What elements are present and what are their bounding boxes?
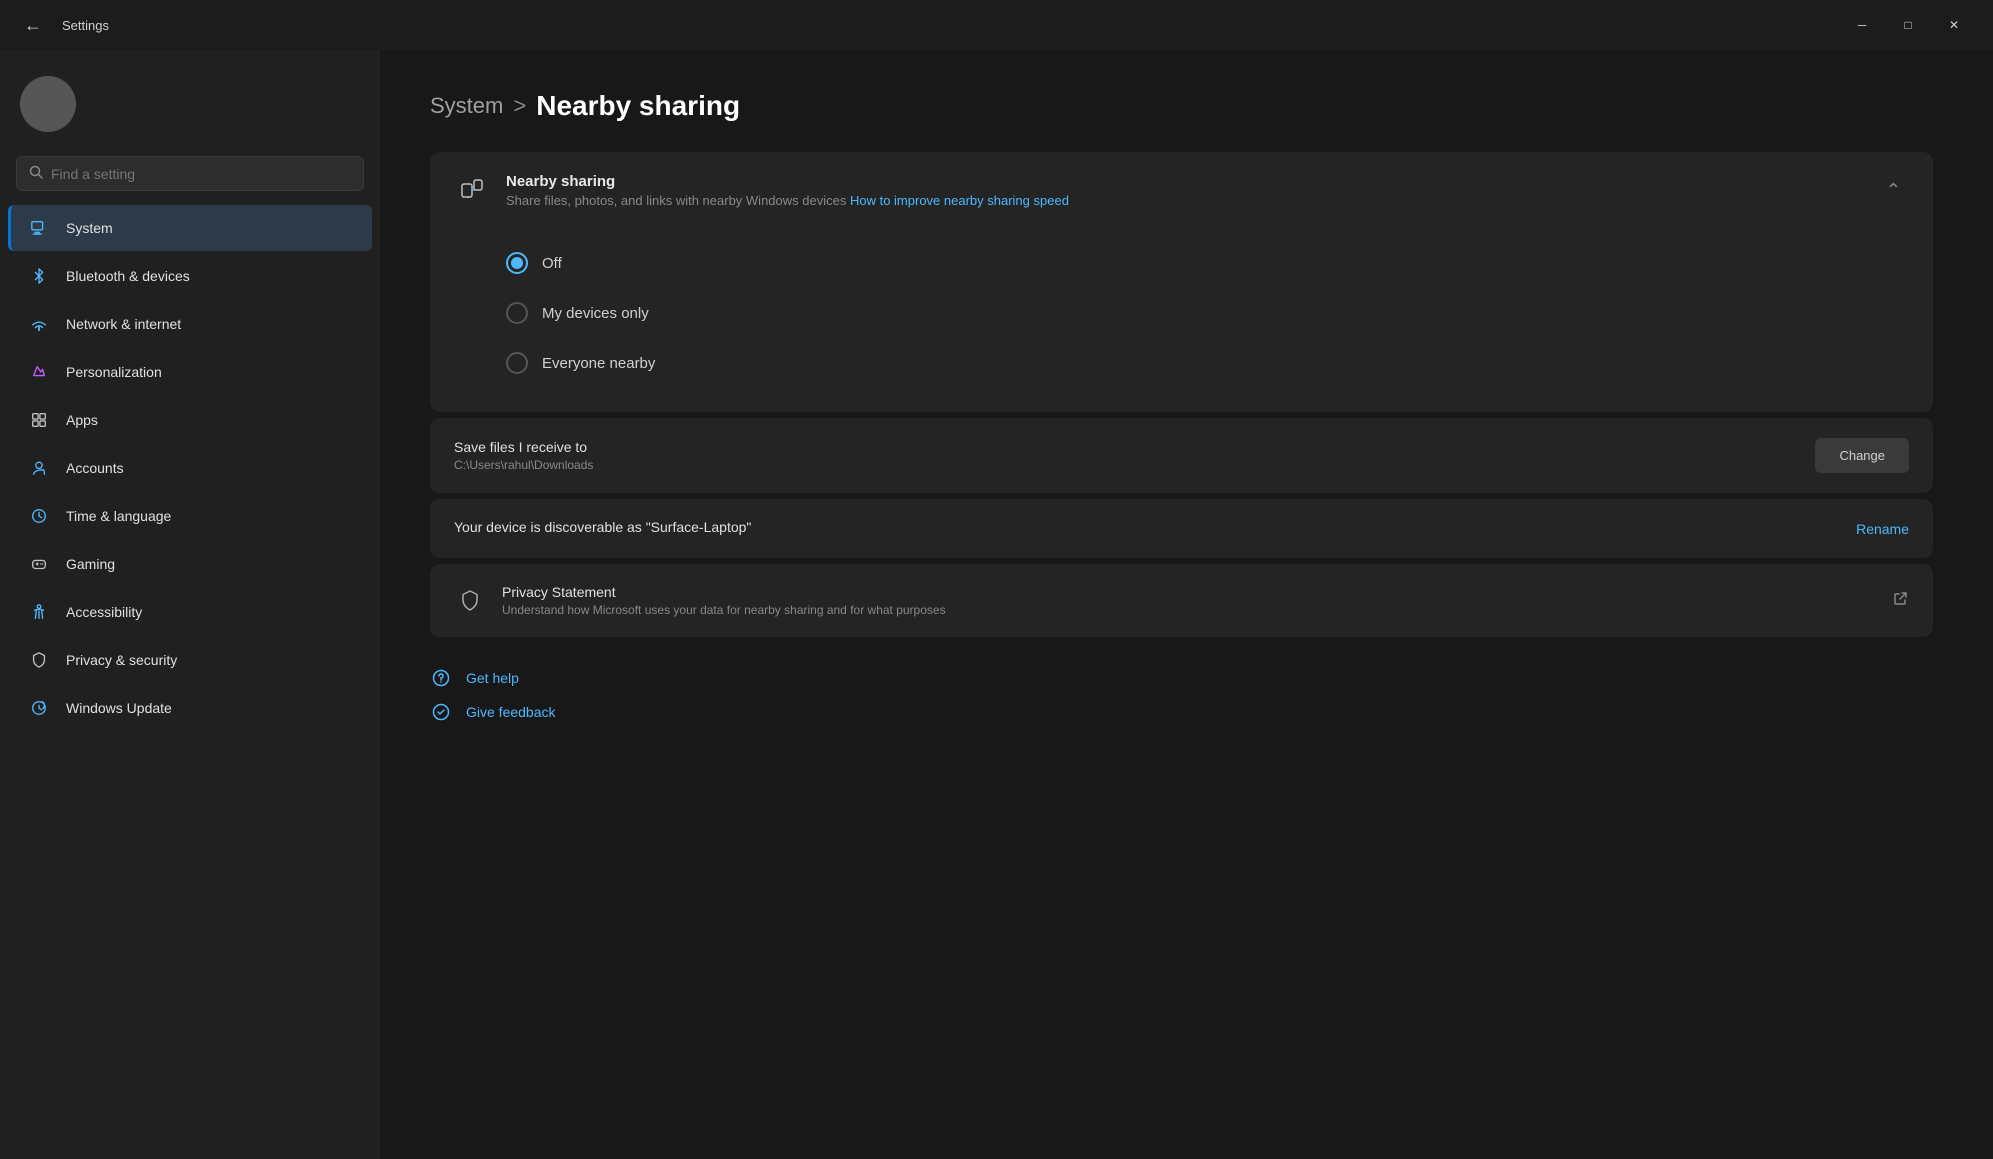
sidebar-item-system[interactable]: System <box>8 205 372 251</box>
discoverable-text: Your device is discoverable as "Surface-… <box>454 519 751 535</box>
get-help-link[interactable]: Get help <box>430 667 1933 689</box>
close-button[interactable]: ✕ <box>1931 9 1977 41</box>
apps-icon <box>28 409 50 431</box>
sidebar-item-label-bluetooth: Bluetooth & devices <box>66 268 190 284</box>
back-button[interactable]: ← <box>16 11 50 40</box>
radio-my-devices-label: My devices only <box>542 305 649 322</box>
save-files-left: Save files I receive to C:\Users\rahul\D… <box>454 439 593 472</box>
external-link-icon <box>1893 590 1909 611</box>
sidebar-item-label-accounts: Accounts <box>66 460 124 476</box>
gaming-icon <box>28 553 50 575</box>
sidebar-item-windows-update[interactable]: Windows Update <box>8 685 372 731</box>
accessibility-icon <box>28 601 50 623</box>
breadcrumb: System > Nearby sharing <box>430 90 1933 122</box>
radio-off[interactable] <box>506 252 528 274</box>
sidebar-item-accounts[interactable]: Accounts <box>8 445 372 491</box>
breadcrumb-current: Nearby sharing <box>536 90 740 122</box>
footer-links: Get help Give feedback <box>430 667 1933 723</box>
radio-everyone[interactable] <box>506 352 528 374</box>
sidebar-item-label-personalization: Personalization <box>66 364 162 380</box>
time-icon <box>28 505 50 527</box>
give-feedback-icon <box>430 701 452 723</box>
search-input[interactable] <box>51 166 351 182</box>
sidebar-item-label-privacy: Privacy & security <box>66 652 177 668</box>
system-icon <box>28 217 50 239</box>
minimize-button[interactable]: ─ <box>1839 9 1885 41</box>
sidebar-item-apps[interactable]: Apps <box>8 397 372 443</box>
nav-list: System Bluetooth & devices <box>0 203 380 733</box>
breadcrumb-parent[interactable]: System <box>430 93 503 119</box>
sidebar-item-gaming[interactable]: Gaming <box>8 541 372 587</box>
sidebar-item-label-gaming: Gaming <box>66 556 115 572</box>
nearby-sharing-card: Nearby sharing Share files, photos, and … <box>430 152 1933 412</box>
radio-my-devices[interactable] <box>506 302 528 324</box>
radio-option-everyone[interactable]: Everyone nearby <box>506 338 1909 388</box>
get-help-label: Get help <box>466 670 519 686</box>
nearby-sharing-header-left: Nearby sharing Share files, photos, and … <box>454 172 1069 208</box>
app-body: System Bluetooth & devices <box>0 50 1993 1159</box>
nearby-sharing-collapse-button[interactable]: ⌃ <box>1878 176 1909 205</box>
network-icon <box>28 313 50 335</box>
nearby-sharing-header: Nearby sharing Share files, photos, and … <box>430 152 1933 228</box>
accounts-icon <box>28 457 50 479</box>
save-files-title: Save files I receive to <box>454 439 593 455</box>
privacy-icon <box>28 649 50 671</box>
nearby-sharing-title: Nearby sharing <box>506 173 1069 190</box>
sidebar-item-personalization[interactable]: Personalization <box>8 349 372 395</box>
privacy-card-row: Privacy Statement Understand how Microso… <box>430 564 1933 637</box>
give-feedback-link[interactable]: Give feedback <box>430 701 1933 723</box>
sidebar-item-bluetooth[interactable]: Bluetooth & devices <box>8 253 372 299</box>
save-files-row: Save files I receive to C:\Users\rahul\D… <box>430 418 1933 493</box>
give-feedback-label: Give feedback <box>466 704 556 720</box>
sidebar-item-label-system: System <box>66 220 113 236</box>
breadcrumb-separator: > <box>513 93 526 119</box>
titlebar: ← Settings ─ □ ✕ <box>0 0 1993 50</box>
privacy-statement-icon <box>454 585 486 617</box>
nearby-sharing-text: Nearby sharing Share files, photos, and … <box>506 173 1069 208</box>
sidebar-item-accessibility[interactable]: Accessibility <box>8 589 372 635</box>
privacy-statement-title: Privacy Statement <box>502 584 946 600</box>
search-box[interactable] <box>16 156 364 191</box>
nearby-sharing-icon <box>454 172 490 208</box>
privacy-statement-card[interactable]: Privacy Statement Understand how Microso… <box>430 564 1933 637</box>
titlebar-left: ← Settings <box>16 11 109 40</box>
sidebar-item-label-accessibility: Accessibility <box>66 604 142 620</box>
maximize-button[interactable]: □ <box>1885 9 1931 41</box>
get-help-icon <box>430 667 452 689</box>
personalization-icon <box>28 361 50 383</box>
sidebar-item-label-network: Network & internet <box>66 316 181 332</box>
main-content: System > Nearby sharing N <box>380 50 1993 1159</box>
sidebar-item-label-apps: Apps <box>66 412 98 428</box>
sidebar-item-label-time: Time & language <box>66 508 171 524</box>
rename-link[interactable]: Rename <box>1856 521 1909 537</box>
privacy-statement-desc: Understand how Microsoft uses your data … <box>502 603 946 617</box>
nearby-sharing-subtitle: Share files, photos, and links with near… <box>506 193 1069 208</box>
change-button[interactable]: Change <box>1815 438 1909 473</box>
radio-option-my-devices[interactable]: My devices only <box>506 288 1909 338</box>
sidebar-item-time[interactable]: Time & language <box>8 493 372 539</box>
nearby-sharing-link[interactable]: How to improve nearby sharing speed <box>850 193 1069 208</box>
sidebar-item-privacy[interactable]: Privacy & security <box>8 637 372 683</box>
radio-everyone-label: Everyone nearby <box>542 355 655 372</box>
discoverable-card: Your device is discoverable as "Surface-… <box>430 499 1933 558</box>
sidebar-item-network[interactable]: Network & internet <box>8 301 372 347</box>
bluetooth-icon <box>28 265 50 287</box>
window-controls: ─ □ ✕ <box>1839 9 1977 41</box>
app-title: Settings <box>62 18 109 33</box>
windows-update-icon <box>28 697 50 719</box>
nearby-sharing-options: Off My devices only Everyone nearby <box>430 228 1933 412</box>
sidebar-item-label-windows-update: Windows Update <box>66 700 172 716</box>
discoverable-row: Your device is discoverable as "Surface-… <box>430 499 1933 558</box>
radio-option-off[interactable]: Off <box>506 238 1909 288</box>
save-files-card: Save files I receive to C:\Users\rahul\D… <box>430 418 1933 493</box>
privacy-statement-text: Privacy Statement Understand how Microso… <box>502 584 946 617</box>
avatar <box>20 76 76 132</box>
radio-off-label: Off <box>542 255 562 272</box>
profile-section <box>0 62 380 156</box>
privacy-card-left: Privacy Statement Understand how Microso… <box>454 584 946 617</box>
search-icon <box>29 165 43 182</box>
save-files-path: C:\Users\rahul\Downloads <box>454 458 593 472</box>
sidebar: System Bluetooth & devices <box>0 50 380 1159</box>
